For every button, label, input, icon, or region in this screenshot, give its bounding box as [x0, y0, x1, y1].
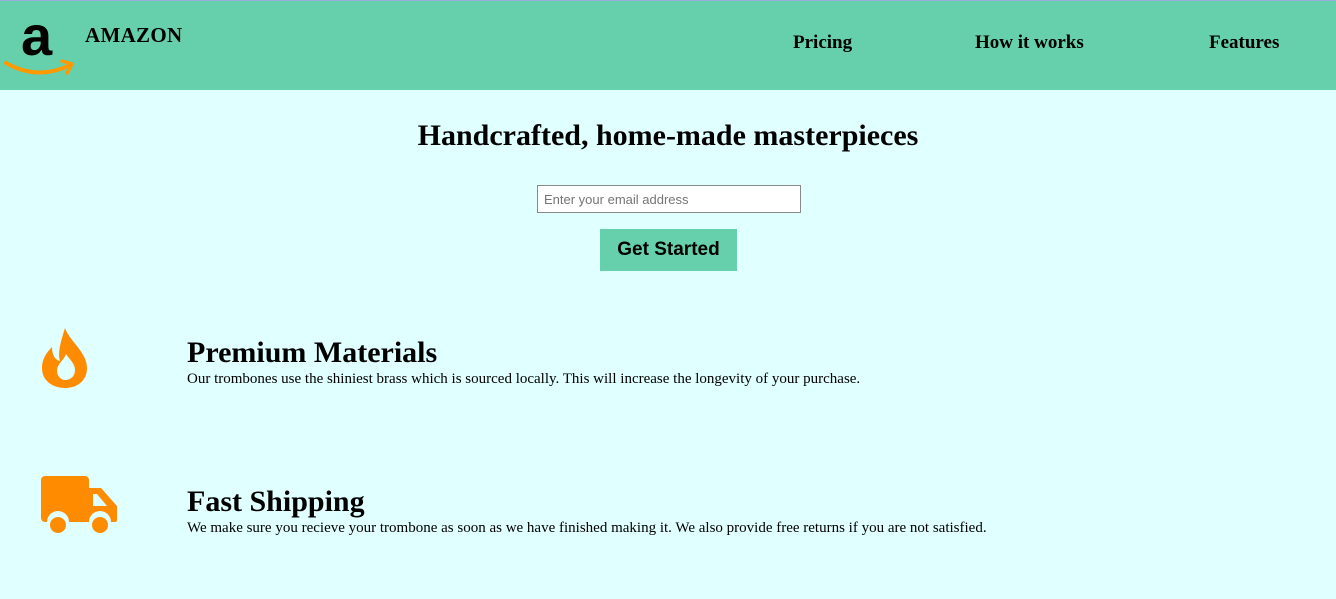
nav-link-how-it-works[interactable]: How it works	[975, 32, 1084, 54]
brand-name: AMAZON	[85, 23, 183, 47]
fire-icon	[42, 328, 87, 388]
site-header: a AMAZON Pricing How it works Features	[0, 0, 1336, 90]
feature-description: Our trombones use the shiniest brass whi…	[187, 371, 861, 387]
feature-description: We make sure you recieve your trombone a…	[187, 520, 987, 536]
nav-link-pricing[interactable]: Pricing	[793, 32, 852, 54]
feature-title: Premium Materials	[187, 336, 438, 369]
truck-icon	[41, 476, 117, 533]
email-input[interactable]	[537, 185, 801, 213]
hero-title: Handcrafted, home-made masterpieces	[417, 119, 919, 152]
get-started-button[interactable]: Get Started	[600, 229, 737, 271]
feature-title: Fast Shipping	[187, 485, 365, 518]
amazon-logo-icon[interactable]: a	[4, 4, 76, 79]
svg-text:a: a	[21, 9, 53, 67]
nav-link-features[interactable]: Features	[1209, 32, 1279, 54]
